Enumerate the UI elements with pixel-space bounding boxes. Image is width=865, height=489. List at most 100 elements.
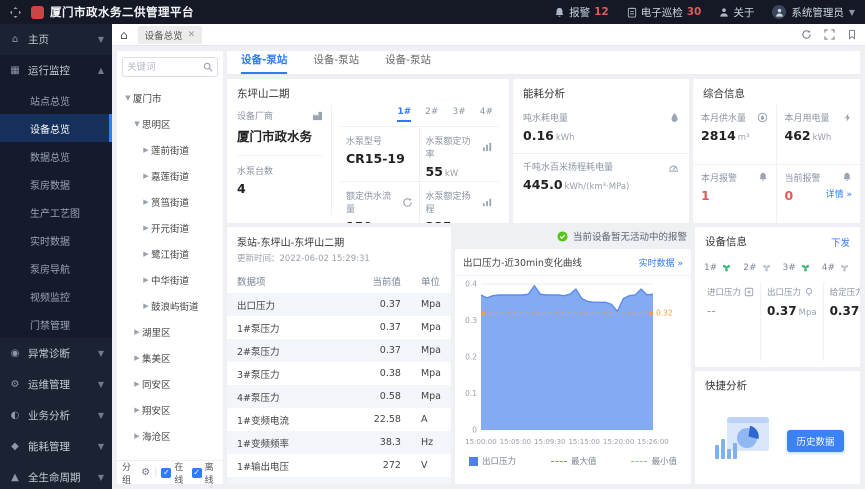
spec-label: 水泵额定功率 — [426, 134, 479, 160]
tree-node-13[interactable]: ▶海沧区 — [117, 423, 223, 449]
sidebar-subitem-1-4[interactable]: 生产工艺图 — [0, 198, 112, 226]
realtime-data-link[interactable]: 实时数据 » — [639, 256, 683, 269]
tree-node-3[interactable]: ▶嘉莲街道 — [117, 163, 223, 189]
maintenance-icon: ⚙ — [8, 379, 22, 390]
sidebar-item-6[interactable]: ▲全生命周期▼ — [0, 462, 112, 489]
spec-value: 150m³/h — [346, 219, 413, 223]
station-name: 东坪山二期 — [227, 79, 509, 105]
fullscreen-icon[interactable] — [824, 29, 835, 40]
row-value: 0.37 — [359, 316, 411, 339]
device-tabs: 设备-泵站 设备-泵站 设备-泵站 — [227, 51, 860, 75]
row-unit: A — [411, 477, 451, 484]
chart-legend: 出口压力 最大值 最小值 — [455, 454, 691, 471]
tree-arrow-icon: ▶ — [132, 406, 142, 414]
lifecycle-icon: ▲ — [8, 472, 22, 483]
legend-item-1[interactable]: 最大值 — [551, 455, 597, 467]
pump-count-value: 4 — [237, 181, 323, 196]
metric-label: 出口压力 — [767, 286, 801, 298]
updated-time: 更新时间：2022-06-02 15:29:31 — [237, 252, 441, 264]
tree-arrow-icon: ▶ — [141, 172, 151, 180]
realtime-table: 数据项当前值单位 出口压力0.37Mpa1#泵压力0.37Mpa2#泵压力0.3… — [227, 269, 451, 484]
tree-node-9[interactable]: ▶湖里区 — [117, 319, 223, 345]
sidebar-subitem-1-1[interactable]: 设备总览 — [0, 114, 112, 142]
row-name: 1#泵压力 — [227, 316, 359, 339]
gear-icon[interactable]: ⚙ — [141, 467, 150, 478]
sidebar-subitem-1-8[interactable]: 门禁管理 — [0, 310, 112, 338]
collapse-menu-icon[interactable] — [10, 7, 21, 18]
pump-status-2-stopped[interactable]: 2# — [743, 261, 772, 274]
tree-node-5[interactable]: ▶开元街道 — [117, 215, 223, 241]
offline-checkbox[interactable]: ✓ — [192, 468, 202, 478]
pump-tab-3[interactable]: 3# — [452, 107, 465, 122]
bookmark-icon[interactable] — [847, 29, 857, 40]
summary-cell-1: 本月用电量462kWh — [777, 105, 861, 165]
refresh-icon[interactable] — [801, 29, 812, 40]
app-title: 厦门市政水务二供管理平台 — [50, 4, 194, 20]
sidebar-subitem-1-5[interactable]: 实时数据 — [0, 226, 112, 254]
search-input[interactable] — [127, 62, 203, 73]
tree-node-8[interactable]: ▶鼓浪屿街道 — [117, 293, 223, 319]
metric-value: -- — [707, 304, 754, 318]
sidebar-item-5[interactable]: ◆能耗管理▼ — [0, 431, 112, 462]
group-label: 分组 — [122, 460, 137, 485]
sidebar-item-1[interactable]: ▦运行监控▲ — [0, 55, 112, 86]
sidebar-subitem-1-0[interactable]: 站点总览 — [0, 86, 112, 114]
sidebar-subitem-1-7[interactable]: 视频监控 — [0, 282, 112, 310]
sidebar-item-2[interactable]: ◉异常诊断▼ — [0, 338, 112, 369]
table-row: 3#泵压力0.38Mpa — [227, 362, 451, 385]
inspection-button[interactable]: 电子巡检 30 — [627, 5, 702, 20]
tree-node-2[interactable]: ▶莲前街道 — [117, 137, 223, 163]
legend-item-2[interactable]: 最小值 — [631, 455, 677, 467]
tree-node-0[interactable]: ▼厦门市 — [117, 85, 223, 111]
pump-label: 1# — [704, 263, 717, 273]
tree-node-4[interactable]: ▶筼筜街道 — [117, 189, 223, 215]
sidebar-subitem-1-6[interactable]: 泵房导航 — [0, 254, 112, 282]
legend-item-0[interactable]: 出口压力 — [469, 455, 516, 467]
device-tab-0[interactable]: 设备-泵站 — [241, 52, 287, 74]
energy-title: 能耗分析 — [513, 79, 689, 105]
summary-card: 综合信息 本月供水量2814m³本月用电量462kWh本月报警1当前报警0详情 … — [693, 79, 860, 223]
pump-status-1-running[interactable]: 1# — [704, 261, 733, 274]
tree-node-11[interactable]: ▶同安区 — [117, 371, 223, 397]
send-down-link[interactable]: 下发 — [831, 235, 850, 249]
online-checkbox[interactable]: ✓ — [161, 468, 171, 478]
alarm-button[interactable]: 报警 12 — [554, 5, 609, 20]
sidebar-subitem-1-3[interactable]: 泵房数据 — [0, 170, 112, 198]
home-icon[interactable]: ⌂ — [120, 29, 128, 41]
about-label: 关于 — [733, 5, 754, 20]
pump-tab-4[interactable]: 4# — [480, 107, 493, 122]
row-name: 1#变频电流 — [227, 408, 359, 431]
legend-label: 最小值 — [651, 455, 677, 467]
alarm-detail-link[interactable]: 详情 » — [826, 187, 852, 200]
device-tab-2[interactable]: 设备-泵站 — [385, 52, 431, 74]
outlet-icon — [804, 287, 814, 297]
tree-node-10[interactable]: ▶集美区 — [117, 345, 223, 371]
tree-node-label: 莲前街道 — [151, 143, 189, 157]
sidebar-item-0[interactable]: ⌂主页▼ — [0, 24, 112, 55]
sidebar-subitem-1-2[interactable]: 数据总览 — [0, 142, 112, 170]
history-data-button[interactable]: 历史数据 — [787, 430, 843, 452]
close-icon[interactable]: ✕ — [188, 30, 196, 40]
online-filter[interactable]: ✓在线 — [161, 460, 187, 485]
sidebar-item-4[interactable]: ◐业务分析▼ — [0, 400, 112, 431]
pump-tab-1[interactable]: 1# — [397, 107, 411, 122]
chevron-down-icon: ▼ — [98, 349, 104, 358]
tab-device-overview[interactable]: 设备总览 ✕ — [138, 26, 203, 44]
device-tab-1[interactable]: 设备-泵站 — [313, 52, 359, 74]
offline-filter[interactable]: ✓离线 — [192, 460, 218, 485]
tree-node-1[interactable]: ▼思明区 — [117, 111, 223, 137]
energy-value: 445.0kWh/(km³·MPa) — [523, 177, 679, 192]
column-header-0: 数据项 — [227, 269, 359, 293]
tree-node-12[interactable]: ▶翔安区 — [117, 397, 223, 423]
pump-tab-2[interactable]: 2# — [425, 107, 438, 122]
tree-node-7[interactable]: ▶中华街道 — [117, 267, 223, 293]
chevron-down-icon: ▼ — [849, 8, 855, 17]
sidebar-item-3[interactable]: ⚙运维管理▼ — [0, 369, 112, 400]
water-drop-icon — [670, 112, 679, 123]
column-header-2: 单位 — [411, 269, 451, 293]
pump-status-3-running[interactable]: 3# — [783, 261, 812, 274]
tree-node-6[interactable]: ▶鹭江街道 — [117, 241, 223, 267]
pump-status-4-stopped[interactable]: 4# — [822, 261, 851, 274]
user-menu[interactable]: 系统管理员 ▼ — [772, 5, 855, 20]
about-button[interactable]: 关于 — [719, 5, 754, 20]
